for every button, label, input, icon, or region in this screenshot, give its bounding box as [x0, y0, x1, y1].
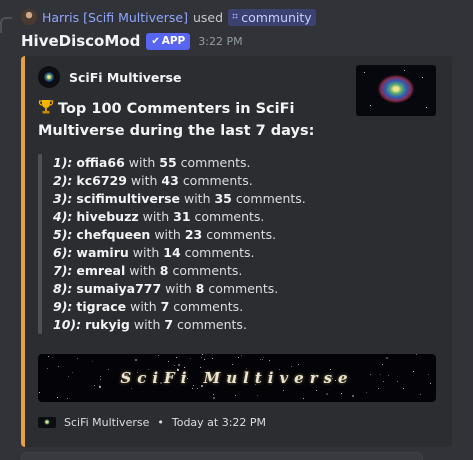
entry-with: with	[129, 263, 156, 278]
entry-suffix: comments.	[172, 263, 243, 278]
list-item: 7): emreal with 8 comments.	[53, 262, 452, 280]
entry-count: 31	[173, 209, 191, 224]
entry-count: 55	[159, 155, 177, 170]
list-item: 8): sumaiya777 with 8 comments.	[53, 280, 452, 298]
list-item: 3): scifimultiverse with 35 comments.	[53, 190, 452, 208]
embed-thumbnail[interactable]	[356, 65, 436, 116]
interaction-line: Harris [Scifi Multiverse] used ⌗ communi…	[21, 8, 316, 26]
entry-username: emreal	[76, 263, 126, 278]
trophy-icon	[38, 99, 54, 115]
embed-accent-bar	[21, 56, 25, 447]
embed-author: SciFi Multiverse	[38, 66, 181, 88]
entry-rank: 6):	[53, 245, 73, 260]
entry-rank: 10):	[53, 317, 82, 332]
embed-title: Top 100 Commenters in SciFi Multiverse d…	[38, 98, 338, 142]
entry-username: wamiru	[76, 245, 129, 260]
next-message-edge	[21, 452, 423, 460]
list-item: 6): wamiru with 14 comments.	[53, 244, 452, 262]
list-item: 1): offia66 with 55 comments.	[53, 154, 452, 172]
entry-suffix: comments.	[177, 317, 247, 332]
entry-suffix: comments.	[208, 281, 279, 296]
entry-username: hivebuzz	[76, 209, 139, 224]
entry-with: with	[132, 245, 160, 260]
entry-with: with	[154, 227, 181, 242]
entry-username: sumaiya777	[76, 281, 162, 296]
reply-spine	[0, 17, 12, 33]
command-name: community	[241, 9, 312, 25]
entry-count: 7	[164, 317, 174, 332]
entry-suffix: comments.	[182, 173, 253, 188]
entry-rank: 8):	[53, 281, 73, 296]
list-item: 9): tigrace with 7 comments.	[53, 298, 452, 316]
entry-suffix: comments.	[184, 245, 255, 260]
entry-rank: 4):	[53, 209, 73, 224]
message-header: HiveDiscoMod ✔ APP 3:22 PM	[21, 31, 243, 51]
banner-text: SciFi Multiverse	[120, 369, 354, 387]
entry-with: with	[133, 317, 161, 332]
entry-username: tigrace	[76, 299, 127, 314]
slash-command-icon: ⌗	[232, 10, 239, 23]
bot-username[interactable]: HiveDiscoMod	[21, 32, 140, 50]
entry-with: with	[183, 191, 211, 206]
entry-username: rukyig	[85, 317, 130, 332]
footer-icon	[38, 416, 56, 428]
footer-separator: •	[157, 415, 164, 429]
interaction-username[interactable]: Harris [Scifi Multiverse]	[42, 10, 188, 25]
entry-with: with	[128, 155, 156, 170]
entry-count: 8	[159, 263, 169, 278]
entry-suffix: comments.	[180, 155, 251, 170]
entry-suffix: comments.	[235, 191, 306, 206]
list-item: 4): hivebuzz with 31 comments.	[53, 208, 452, 226]
command-mention[interactable]: ⌗ community	[228, 8, 316, 26]
footer-name: SciFi Multiverse	[64, 415, 150, 429]
entry-count: 14	[163, 245, 181, 260]
entry-count: 23	[184, 227, 203, 242]
entry-username: kc6729	[76, 173, 127, 188]
commenter-list: 1): offia66 with 55 comments. 2): kc6729 …	[38, 154, 452, 334]
entry-rank: 3):	[53, 191, 73, 206]
list-item: 5): chefqueen with 23 comments.	[53, 226, 452, 244]
embed-footer: SciFi Multiverse • Today at 3:22 PM	[38, 413, 266, 431]
entry-suffix: comments.	[173, 299, 244, 314]
entry-username: scifimultiverse	[76, 191, 180, 206]
list-item: 2): kc6729 with 43 comments.	[53, 172, 452, 190]
user-avatar[interactable]	[21, 9, 37, 25]
entry-with: with	[130, 173, 158, 188]
embed-title-text: Top 100 Commenters in SciFi Multiverse d…	[38, 101, 315, 139]
entry-suffix: comments.	[194, 209, 265, 224]
app-badge: ✔ APP	[146, 32, 191, 50]
author-icon	[38, 66, 60, 88]
entry-username: chefqueen	[76, 227, 151, 242]
list-item: 10): rukyig with 7 comments.	[53, 316, 452, 334]
entry-rank: 1):	[53, 155, 73, 170]
entry-with: with	[165, 281, 192, 296]
footer-time: Today at 3:22 PM	[171, 415, 267, 429]
entry-rank: 2):	[53, 173, 73, 188]
embed-image[interactable]: SciFi Multiverse	[38, 354, 436, 402]
entry-count: 43	[161, 173, 179, 188]
message-timestamp[interactable]: 3:22 PM	[198, 35, 242, 48]
entry-count: 35	[214, 191, 232, 206]
entry-count: 8	[195, 281, 205, 296]
embed-author-name: SciFi Multiverse	[69, 69, 182, 85]
entry-rank: 9):	[53, 299, 73, 314]
entry-username: offia66	[76, 155, 125, 170]
app-badge-label: APP	[161, 35, 186, 47]
entry-count: 7	[160, 299, 170, 314]
entry-rank: 7):	[53, 263, 73, 278]
embed: SciFi Multiverse Top 100 Commenters in S…	[21, 56, 452, 447]
used-text: used	[192, 9, 224, 25]
entry-suffix: comments.	[206, 227, 277, 242]
galaxy-image	[378, 75, 414, 103]
entry-with: with	[142, 209, 170, 224]
discord-message: Harris [Scifi Multiverse] used ⌗ communi…	[0, 0, 473, 460]
check-icon: ✔	[151, 35, 160, 47]
entry-rank: 5):	[53, 227, 73, 242]
entry-with: with	[130, 299, 157, 314]
